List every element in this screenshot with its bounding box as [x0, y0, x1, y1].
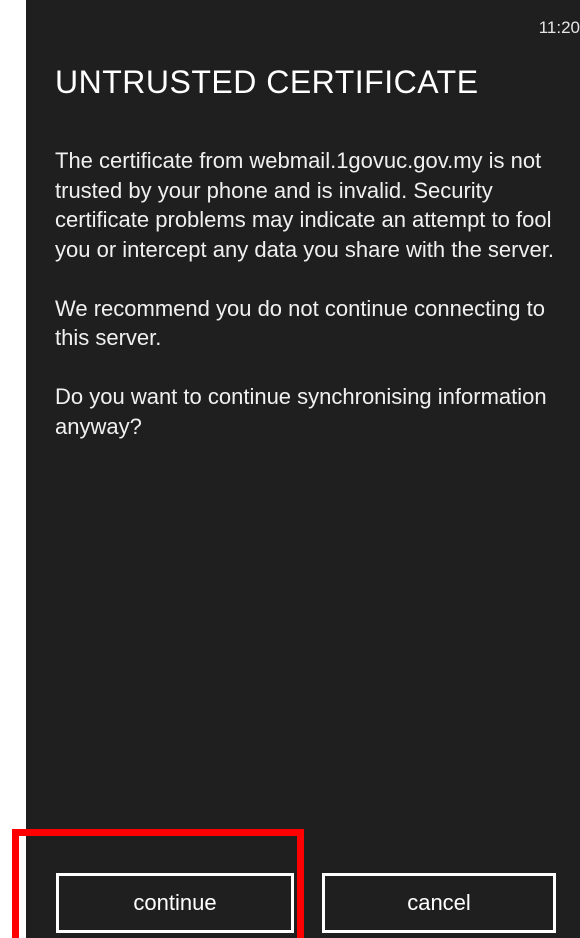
dialog-message-recommendation: We recommend you do not continue connect…: [55, 295, 546, 351]
dialog-button-row: continue cancel: [56, 873, 556, 933]
cancel-button[interactable]: cancel: [322, 873, 556, 933]
dialog-title: UNTRUSTED CERTIFICATE: [55, 64, 479, 100]
continue-button[interactable]: continue: [56, 873, 294, 933]
phone-screen: 11:20 UNTRUSTED CERTIFICATE The certific…: [26, 0, 580, 938]
dialog-message-certificate: The certificate from webmail.1govuc.gov.…: [55, 148, 554, 262]
dialog-message-question: Do you want to continue synchronising in…: [55, 384, 547, 439]
status-bar-time: 11:20: [538, 18, 580, 37]
dialog-body: The certificate from webmail.1govuc.gov.…: [55, 146, 555, 441]
